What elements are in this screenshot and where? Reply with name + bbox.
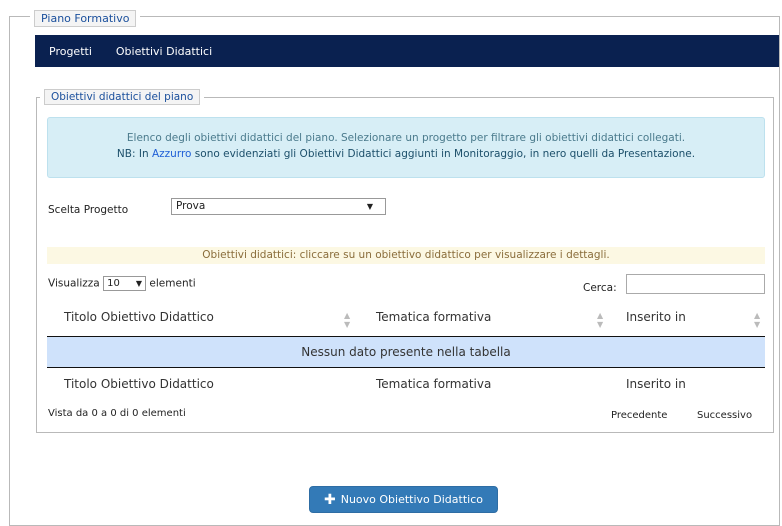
- obiettivi-legend: Obiettivi didattici del piano: [40, 89, 205, 105]
- pagination-next[interactable]: Successivo: [697, 410, 752, 421]
- info-line-1: Elenco degli obiettivi didattici del pia…: [126, 132, 686, 144]
- plus-icon: ✚: [324, 491, 336, 508]
- piano-formativo-legend: Piano Formativo: [30, 10, 141, 27]
- show-entries-suffix: elementi: [149, 277, 196, 290]
- show-entries: Visualizza 10 ▼ elementi: [48, 276, 196, 291]
- nuovo-obiettivo-button[interactable]: ✚ Nuovo Obiettivo Didattico: [309, 486, 498, 513]
- footer-header-titolo: Titolo Obiettivo Didattico: [64, 377, 214, 391]
- nav-item-progetti[interactable]: Progetti: [49, 45, 92, 58]
- nav-item-obiettivi-didattici[interactable]: Obiettivi Didattici: [116, 45, 212, 58]
- scelta-progetto-label: Scelta Progetto: [48, 204, 129, 216]
- search-input[interactable]: [626, 274, 765, 294]
- footer-header-inserito: Inserito in: [626, 377, 686, 391]
- page-length-select[interactable]: 10 ▼: [103, 276, 147, 291]
- info-azzurro-text: Azzurro: [151, 148, 192, 160]
- dropdown-arrow-icon: ▼: [366, 202, 373, 211]
- footer-header-tematica: Tematica formativa: [376, 377, 492, 391]
- obiettivi-legend-text: Obiettivi didattici del piano: [44, 89, 201, 105]
- page-length-value: 10: [107, 278, 120, 289]
- scelta-progetto-select[interactable]: Prova ▼: [171, 198, 386, 215]
- table-empty-row: Nessun dato presente nella tabella: [47, 337, 765, 368]
- column-header-inserito[interactable]: Inserito in: [626, 310, 686, 324]
- navbar: Progetti Obiettivi Didattici: [35, 35, 779, 67]
- info-line-2-end: sono evidenziati gli Obiettivi Didattici…: [191, 148, 696, 160]
- sort-icon[interactable]: ▲ ▼: [754, 311, 760, 329]
- dropdown-arrow-icon: ▼: [135, 279, 143, 288]
- info-line-2: NB: In Azzurro sono evidenziati gli Obie…: [48, 148, 764, 160]
- pagination-previous[interactable]: Precedente: [611, 410, 667, 421]
- scelta-progetto-value: Prova: [176, 200, 206, 212]
- piano-formativo-legend-text: Piano Formativo: [34, 10, 137, 27]
- column-header-titolo[interactable]: Titolo Obiettivo Didattico: [64, 310, 214, 324]
- column-header-tematica[interactable]: Tematica formativa: [376, 310, 491, 324]
- show-entries-prefix: Visualizza: [48, 277, 100, 290]
- sort-icon[interactable]: ▲ ▼: [597, 311, 603, 329]
- search-label: Cerca:: [583, 282, 617, 294]
- warning-bar: Obiettivi didattici: cliccare su un obie…: [47, 247, 765, 264]
- info-box: Elenco degli obiettivi didattici del pia…: [47, 117, 765, 178]
- table-info: Vista da 0 a 0 di 0 elementi: [48, 408, 186, 419]
- info-line-2-start: NB: In: [116, 148, 152, 160]
- nuovo-obiettivo-label: Nuovo Obiettivo Didattico: [340, 493, 483, 506]
- sort-icon[interactable]: ▲ ▼: [344, 311, 350, 329]
